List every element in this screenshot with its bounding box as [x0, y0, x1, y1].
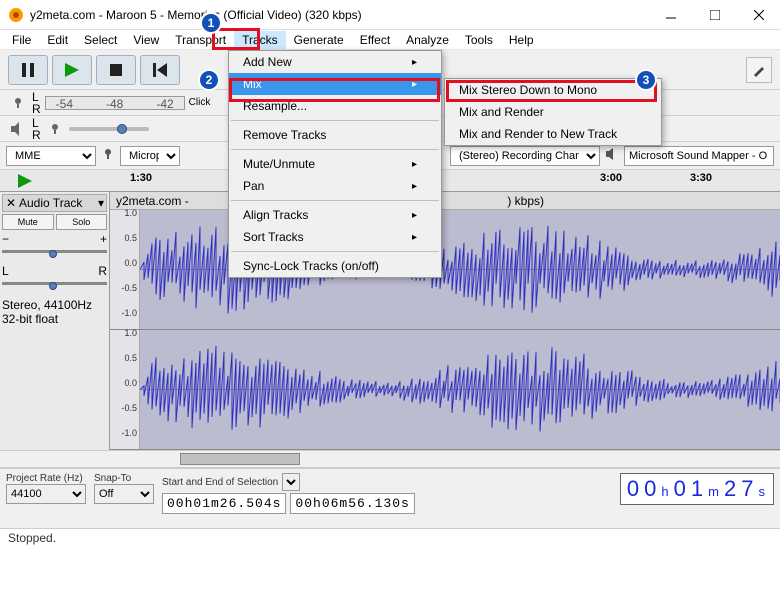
track-close-button[interactable]: ✕: [5, 196, 17, 210]
track-menu-chevron-icon[interactable]: ▾: [98, 196, 104, 210]
track-name: Audio Track: [19, 196, 96, 210]
tracks-menu-mix[interactable]: Mix: [229, 73, 441, 95]
audio-host-select[interactable]: MME: [6, 146, 96, 166]
menu-generate[interactable]: Generate: [286, 31, 352, 49]
mix-menu-mix-and-render[interactable]: Mix and Render: [445, 101, 661, 123]
track-format: Stereo, 44100Hz: [2, 298, 107, 312]
menu-analyze[interactable]: Analyze: [398, 31, 457, 49]
play-ch-l: L: [32, 117, 41, 129]
pause-button[interactable]: [8, 55, 48, 85]
rec-meter-hint: Click: [189, 97, 211, 108]
tracks-menu-remove-tracks[interactable]: Remove Tracks: [229, 124, 441, 146]
play-button[interactable]: [52, 55, 92, 85]
menu-help[interactable]: Help: [501, 31, 542, 49]
mic-device-icon: [102, 148, 114, 163]
tracks-menu-add-new[interactable]: Add New: [229, 51, 441, 73]
selection-label: Start and End of Selection: [162, 477, 278, 488]
menu-tracks[interactable]: Tracks: [234, 31, 286, 49]
tracks-menu-resample-[interactable]: Resample...: [229, 95, 441, 117]
app-logo-icon: [8, 7, 24, 23]
skip-start-button[interactable]: [140, 55, 180, 85]
waveform-area[interactable]: y2meta.com - ) kbps) 1.00.50.0-0.5-1.0 1…: [110, 192, 780, 450]
annotation-badge-2: 2: [198, 69, 220, 91]
stop-button[interactable]: [96, 55, 136, 85]
mix-menu-mix-and-render-to-new-track[interactable]: Mix and Render to New Track: [445, 123, 661, 145]
waveform-left-channel[interactable]: 1.00.50.0-0.5-1.0: [110, 210, 780, 330]
menu-edit[interactable]: Edit: [39, 31, 76, 49]
tracks-menu-sync-lock-tracks-on-off-[interactable]: Sync-Lock Tracks (on/off): [229, 255, 441, 277]
mix-submenu: Mix Stereo Down to MonoMix and RenderMix…: [444, 78, 662, 146]
project-rate-select[interactable]: 44100: [6, 484, 86, 504]
snap-label: Snap-To: [94, 473, 154, 484]
rec-meter[interactable]: -54 -48 -42: [45, 96, 185, 110]
status-text: Stopped.: [8, 531, 56, 545]
window-title: y2meta.com - Maroon 5 - Memories (Offici…: [30, 8, 658, 22]
mix-menu-mix-stereo-down-to-mono[interactable]: Mix Stereo Down to Mono: [445, 79, 661, 101]
tracks-menu: Add NewMixResample... Remove Tracks Mute/U…: [228, 50, 442, 278]
track-depth: 32-bit float: [2, 312, 107, 326]
menu-tools[interactable]: Tools: [457, 31, 501, 49]
menu-view[interactable]: View: [125, 31, 167, 49]
clip-title-suffix: ) kbps): [507, 194, 544, 208]
gain-slider[interactable]: [2, 250, 107, 262]
clip-title: y2meta.com -: [116, 194, 189, 208]
mute-button[interactable]: Mute: [2, 214, 54, 230]
horizontal-scrollbar[interactable]: [0, 450, 780, 468]
selection-mode-select[interactable]: [282, 473, 300, 491]
tracks-menu-align-tracks[interactable]: Align Tracks: [229, 204, 441, 226]
pan-slider[interactable]: [2, 282, 107, 294]
speaker-icon: [8, 119, 28, 139]
waveform-right-channel[interactable]: 1.00.50.0-0.5-1.0: [110, 330, 780, 450]
menu-select[interactable]: Select: [76, 31, 125, 49]
annotation-badge-1: 1: [200, 12, 222, 34]
play-cursor-icon: [18, 174, 32, 188]
rec-device-select[interactable]: Microph: [120, 146, 180, 166]
rec-ch-l: L: [32, 91, 41, 103]
snap-select[interactable]: Off: [94, 484, 154, 504]
menu-effect[interactable]: Effect: [352, 31, 398, 49]
mic-icon: [8, 93, 28, 113]
rec-volume-slider[interactable]: [69, 121, 149, 137]
mic-vol-icon: [45, 119, 65, 139]
annotation-badge-3: 3: [635, 69, 657, 91]
tracks-menu-sort-tracks[interactable]: Sort Tracks: [229, 226, 441, 248]
tracks-menu-mute-unmute[interactable]: Mute/Unmute: [229, 153, 441, 175]
menu-transport[interactable]: Transport: [167, 31, 234, 49]
rate-label: Project Rate (Hz): [6, 473, 86, 484]
selection-start[interactable]: 00h01m26.504s: [162, 493, 286, 514]
track-control-panel: ✕ Audio Track ▾ Mute Solo −+ L R Stereo,…: [0, 192, 110, 450]
rec-ch-r: R: [32, 103, 41, 115]
selection-end[interactable]: 00h06m56.130s: [290, 493, 414, 514]
solo-button[interactable]: Solo: [56, 214, 108, 230]
tracks-menu-pan[interactable]: Pan: [229, 175, 441, 197]
menu-file[interactable]: File: [4, 31, 39, 49]
play-ch-r: R: [32, 129, 41, 141]
